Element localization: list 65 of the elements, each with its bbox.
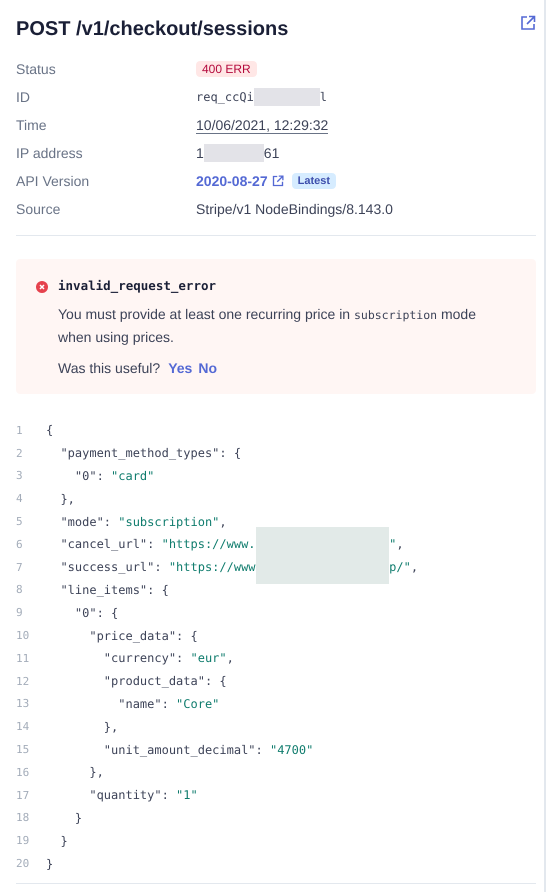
code-line: "line_items": { [59, 582, 169, 597]
line-number: 5 [16, 515, 24, 528]
code-line: "0": { [74, 606, 118, 620]
code-line: }, [88, 765, 104, 780]
field-label: Time [16, 117, 48, 133]
code-line: "payment_method_types": { [59, 446, 242, 460]
field-label: Status [16, 61, 57, 77]
field-label: Source [16, 201, 62, 217]
line-number: 15 [16, 743, 30, 756]
latest-tag: Latest [292, 173, 336, 189]
line-number: 18 [16, 811, 30, 824]
feedback-link[interactable]: No [198, 360, 218, 376]
line-number: 4 [16, 492, 24, 506]
external-link-icon[interactable] [520, 15, 536, 31]
code-line: } [59, 834, 68, 848]
code-line: "success_url": "https://www p/", [46, 550, 418, 584]
line-number: 16 [16, 766, 30, 779]
code-line: "0": "card" [74, 468, 154, 483]
field-value: Stripe/v1 NodeBindings/8.143.0 [196, 201, 393, 217]
code-line: "unit_amount_decimal": "4700" [102, 742, 314, 757]
error-icon [36, 281, 48, 293]
line-number: 12 [16, 674, 30, 688]
code-line: }, [102, 720, 118, 734]
line-number: 8 [16, 583, 24, 596]
line-number: 6 [16, 538, 24, 551]
code-line: } [46, 856, 54, 871]
redaction-block [254, 88, 320, 106]
line-number: 2 [16, 446, 24, 460]
field-label: API Version [16, 173, 90, 189]
field-label: IP address [16, 145, 84, 161]
line-number: 3 [16, 469, 24, 482]
code-line: { [46, 423, 54, 438]
field-label: ID [16, 89, 31, 105]
line-number: 20 [16, 857, 30, 870]
code-line: } [74, 810, 82, 825]
line-number: 9 [16, 606, 24, 620]
field-value: l [320, 90, 328, 104]
code-line: "product_data": { [102, 674, 227, 688]
error-code: invalid_request_error [58, 278, 218, 293]
page-title: POST /v1/checkout/sessions [16, 18, 288, 41]
code-line: "name": "Core" [117, 696, 220, 711]
code-line: "price_data": { [88, 628, 198, 643]
code-line: "currency": "eur", [102, 651, 234, 666]
line-number: 19 [16, 834, 30, 848]
field-value: req_ccQi [196, 90, 254, 104]
version-link[interactable]: 2020-08-27 [196, 173, 268, 189]
timestamp[interactable]: 10/06/2021, 12:29:32 [196, 116, 328, 134]
line-number: 7 [16, 560, 24, 574]
line-number: 11 [16, 652, 30, 665]
line-number: 13 [16, 697, 30, 710]
status-badge: 400 ERR [196, 61, 257, 77]
line-number: 10 [16, 629, 30, 642]
field-value: 61 [264, 145, 280, 161]
external-link-icon[interactable] [272, 175, 284, 187]
line-number: 14 [16, 720, 30, 734]
code-line: "mode": "subscription", [59, 514, 227, 529]
code-line: }, [59, 492, 75, 506]
error-message: You must provide at least one recurring price in subscription mode when using prices. [58, 305, 477, 347]
feedback-question: Was this useful? [58, 360, 160, 376]
line-number: 17 [16, 788, 30, 802]
field-value: 1 [196, 145, 204, 161]
line-number: 1 [16, 424, 24, 437]
feedback-link[interactable]: Yes [168, 360, 192, 376]
redaction-block [204, 144, 264, 162]
code-line: "quantity": "1" [88, 788, 198, 802]
